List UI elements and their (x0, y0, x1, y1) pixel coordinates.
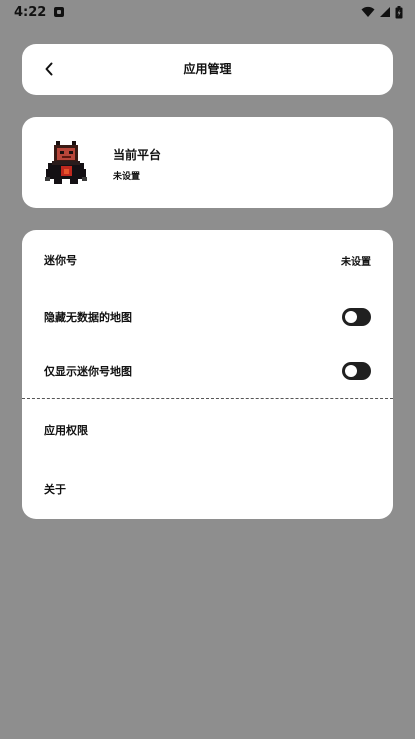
section-divider (22, 398, 393, 399)
hide-empty-maps-row: 隐藏无数据的地图 (22, 295, 393, 339)
hide-empty-maps-label: 隐藏无数据的地图 (44, 311, 132, 324)
toggle-knob (345, 365, 357, 377)
about-row[interactable]: 关于 (22, 467, 393, 511)
status-time: 4:22 (14, 4, 47, 20)
platform-card[interactable]: 当前平台 未设置 (22, 117, 393, 208)
settings-card: 迷你号 未设置 隐藏无数据的地图 仅显示迷你号地图 应用权限 关于 (22, 230, 393, 519)
about-label: 关于 (44, 483, 66, 496)
only-mini-id-maps-label: 仅显示迷你号地图 (44, 365, 132, 378)
status-left: 4:22 (14, 4, 65, 20)
platform-label: 当前平台 (113, 148, 162, 162)
only-mini-id-maps-row: 仅显示迷你号地图 (22, 349, 393, 393)
status-bar: 4:22 (0, 0, 415, 24)
mini-id-label: 迷你号 (44, 254, 77, 267)
back-button[interactable] (36, 56, 62, 82)
only-mini-id-maps-toggle[interactable] (342, 362, 371, 380)
status-right (361, 5, 403, 19)
page-title: 应用管理 (183, 62, 232, 76)
chevron-left-icon (45, 62, 53, 76)
platform-value: 未设置 (113, 172, 141, 182)
toggle-knob (345, 311, 357, 323)
permissions-label: 应用权限 (44, 424, 88, 437)
battery-icon (395, 5, 403, 18)
mini-id-row[interactable]: 迷你号 未设置 (22, 238, 393, 282)
hide-empty-maps-toggle[interactable] (342, 308, 371, 326)
platform-avatar (45, 141, 87, 184)
notification-icon (54, 7, 65, 17)
permissions-row[interactable]: 应用权限 (22, 408, 393, 452)
header-card: 应用管理 (22, 44, 393, 95)
mini-id-value: 未设置 (341, 256, 371, 268)
wifi-icon (361, 6, 375, 17)
cellular-signal-icon (380, 7, 390, 17)
